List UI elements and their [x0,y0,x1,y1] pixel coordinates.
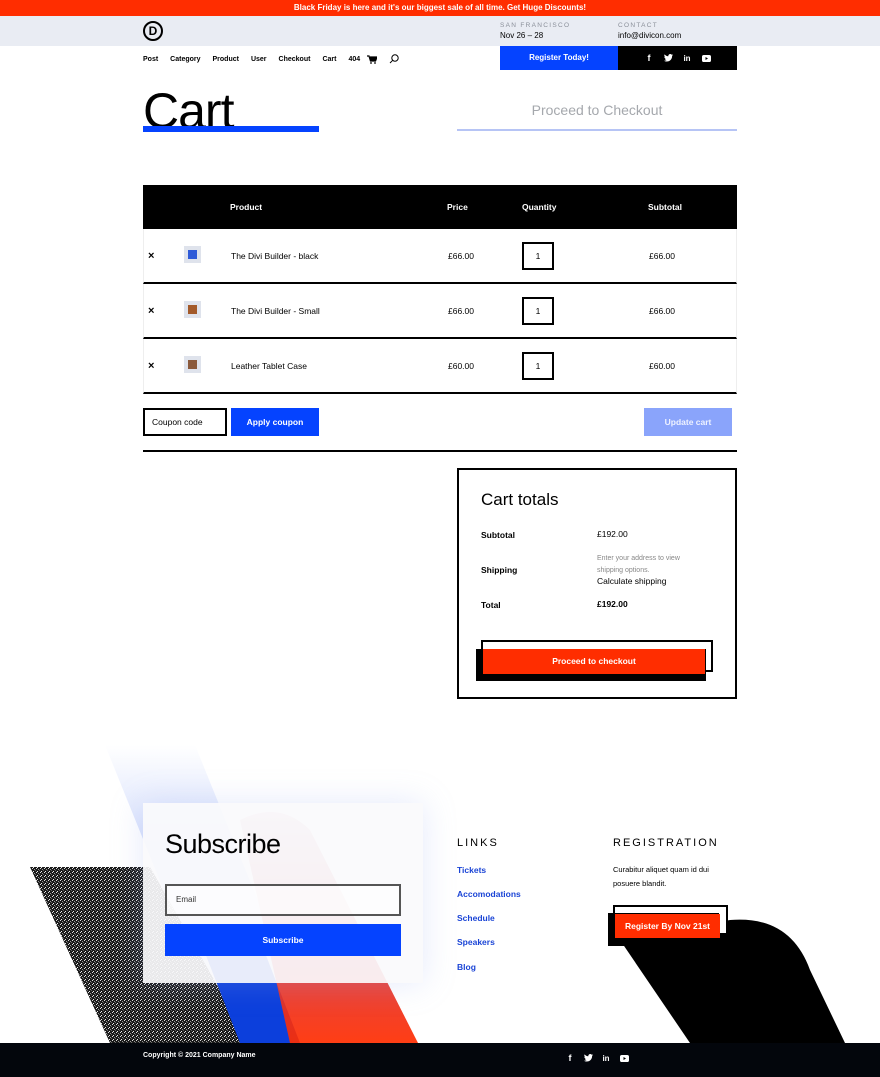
site-logo[interactable]: D [143,21,163,41]
nav-item-post[interactable]: Post [143,56,158,63]
quantity-input[interactable]: 1 [522,242,554,270]
nav-item-404[interactable]: 404 [348,56,360,63]
cart-totals: Cart totals Subtotal £192.00 Shipping En… [457,468,737,699]
registration-text: Curabitur aliquet quam id dui posuere bl… [613,865,709,888]
top-header: D SAN FRANCISCO Nov 26 – 28 CONTACT info… [0,16,880,46]
twitter-icon[interactable] [663,54,673,62]
remove-item-button[interactable]: × [148,250,154,262]
update-cart-button[interactable]: Update cart [644,408,732,436]
register-by-button[interactable]: Register By Nov 21st [615,914,720,938]
cart-totals-title: Cart totals [481,490,559,509]
promo-banner[interactable]: Black Friday is here and it's our bigges… [0,0,880,16]
footer-link-blog[interactable]: Blog [457,962,476,972]
subscribe-title: Subscribe [165,829,281,859]
subscribe-button[interactable]: Subscribe [165,924,401,956]
email-input[interactable]: Email [165,884,401,916]
proceed-to-checkout-tab[interactable]: Proceed to Checkout [457,102,737,118]
product-name[interactable]: Leather Tablet Case [231,361,307,371]
decorative-background-shapes [30,745,845,1043]
table-row: × The Divi Builder - Small £66.00 1 £66.… [143,284,737,339]
product-thumbnail[interactable] [184,301,201,318]
contact-info: CONTACT info@divicon.com [618,22,681,40]
header-subtotal: Subtotal [648,202,682,212]
table-header: Product Price Quantity Subtotal [143,185,737,229]
facebook-icon[interactable]: f [565,1053,575,1063]
table-row: × The Divi Builder - black £66.00 1 £66.… [143,229,737,284]
nav-item-product[interactable]: Product [213,56,239,63]
row-subtotal: £66.00 [649,251,675,261]
row-subtotal: £66.00 [649,306,675,316]
product-thumbnail[interactable] [184,356,201,373]
table-row: × Leather Tablet Case £60.00 1 £60.00 [143,339,737,394]
nav-item-checkout[interactable]: Checkout [279,56,311,63]
title-underline [143,126,319,132]
linkedin-icon[interactable]: in [682,54,692,63]
total-label: Total [481,600,501,610]
location-info: SAN FRANCISCO Nov 26 – 28 [500,22,570,40]
product-name[interactable]: The Divi Builder - black [231,251,318,261]
row-subtotal: £60.00 [649,361,675,371]
registration-heading: REGISTRATION [613,837,719,849]
cart-icon[interactable] [367,54,378,64]
header-quantity: Quantity [522,202,557,212]
subtotal-label: Subtotal [481,530,515,540]
quantity-input[interactable]: 1 [522,297,554,325]
proceed-to-checkout-button[interactable]: Proceed to checkout [483,649,705,674]
nav-item-user[interactable]: User [251,56,267,63]
twitter-icon[interactable] [583,1054,593,1062]
footer-link-speakers[interactable]: Speakers [457,937,495,947]
product-image [188,360,197,369]
subtotal-value: £192.00 [597,529,628,539]
copyright-text: Copyright © 2021 Company Name [143,1052,256,1059]
product-price: £60.00 [448,361,474,371]
cart-table: Product Price Quantity Subtotal × The Di… [143,185,737,394]
location-label: SAN FRANCISCO [500,22,571,29]
shipping-note: Enter your address to view shipping opti… [597,555,680,574]
apply-coupon-button[interactable]: Apply coupon [231,408,319,436]
links-heading: LINKS [457,837,499,849]
location-dates: Nov 26 – 28 [500,31,544,40]
product-name[interactable]: The Divi Builder - Small [231,306,320,316]
footer-social-links: f in [565,1053,629,1063]
calculate-shipping-link[interactable]: Calculate shipping [597,576,666,586]
footer-link-accomodations[interactable]: Accomodations [457,889,521,899]
contact-email[interactable]: info@divicon.com [618,31,681,40]
product-price: £66.00 [448,251,474,261]
footer-link-tickets[interactable]: Tickets [457,865,486,875]
subscribe-card: Subscribe Email Subscribe [143,803,423,983]
main-nav: Post Category Product User Checkout Cart… [143,53,411,65]
total-value: £192.00 [597,599,628,609]
quantity-input[interactable]: 1 [522,352,554,380]
youtube-icon[interactable] [619,1054,629,1062]
remove-item-button[interactable]: × [148,360,154,372]
youtube-icon[interactable] [701,54,711,62]
footer-link-schedule[interactable]: Schedule [457,913,495,923]
search-icon[interactable] [389,54,399,64]
register-today-button[interactable]: Register Today! [500,46,618,70]
nav-item-category[interactable]: Category [170,56,200,63]
shipping-label: Shipping [481,565,518,575]
product-thumbnail[interactable] [184,246,201,263]
remove-item-button[interactable]: × [148,305,154,317]
product-image [188,305,197,314]
header-price: Price [447,202,468,212]
product-image [188,250,197,259]
contact-label: CONTACT [618,22,659,29]
coupon-row: Coupon code Apply coupon Update cart [143,396,737,452]
proceed-tab-underline [457,129,737,131]
footer-bar: Copyright © 2021 Company Name f in [0,1043,880,1077]
coupon-code-input[interactable]: Coupon code [143,408,227,436]
nav-item-cart[interactable]: Cart [322,56,336,63]
header-product: Product [230,202,263,212]
header-social-links: f in [618,46,737,70]
facebook-icon[interactable]: f [644,53,654,63]
linkedin-icon[interactable]: in [601,1054,611,1063]
product-price: £66.00 [448,306,474,316]
